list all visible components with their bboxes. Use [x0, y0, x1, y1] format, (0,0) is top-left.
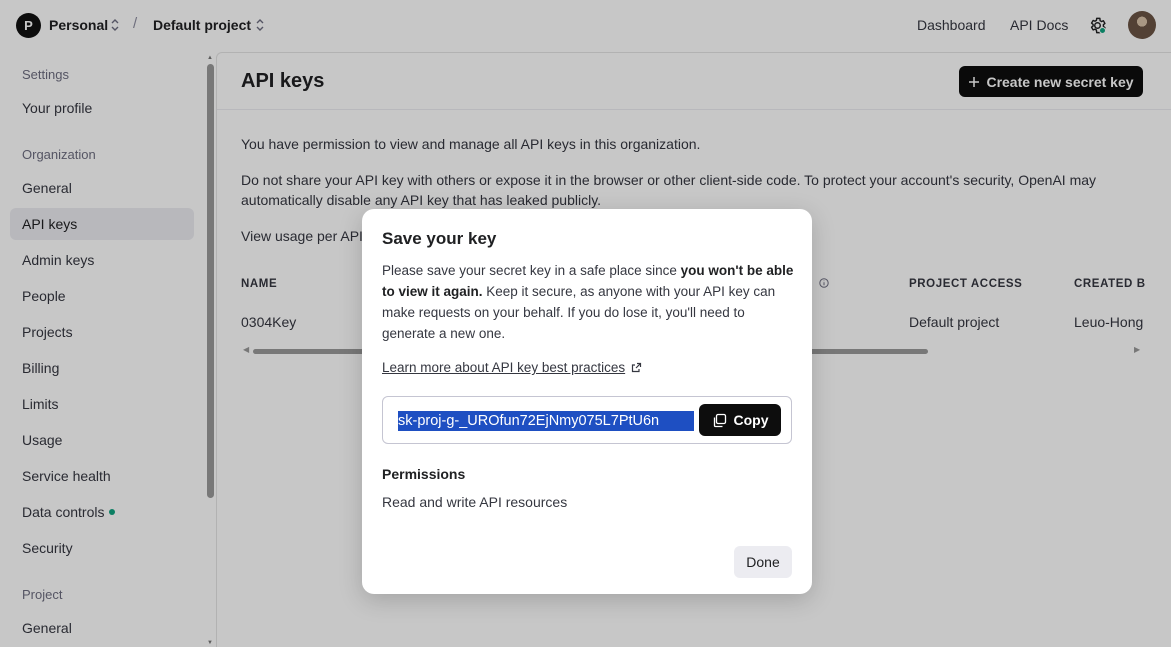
modal-description: Please save your secret key in a safe pl… — [382, 260, 796, 344]
modal-text-part: Please save your secret key in a safe pl… — [382, 263, 681, 278]
copy-icon — [713, 413, 726, 427]
secret-key-value[interactable]: sk-proj-g-_UROfun72EjNmy075L7PtU6n — [398, 411, 694, 431]
learn-more-link[interactable]: Learn more about API key best practices — [382, 360, 642, 375]
done-button[interactable]: Done — [734, 546, 792, 578]
modal-title: Save your key — [382, 229, 497, 248]
secret-key-field[interactable]: sk-proj-g-_UROfun72EjNmy075L7PtU6n Copy — [382, 396, 792, 444]
copy-label: Copy — [733, 412, 769, 428]
learn-more-label: Learn more about API key best practices — [382, 360, 626, 375]
save-key-modal: Save your key Please save your secret ke… — [362, 209, 812, 594]
copy-button[interactable]: Copy — [699, 404, 781, 436]
permissions-value: Read and write API resources — [382, 494, 568, 510]
permissions-heading: Permissions — [382, 466, 466, 482]
external-link-icon — [632, 362, 642, 373]
